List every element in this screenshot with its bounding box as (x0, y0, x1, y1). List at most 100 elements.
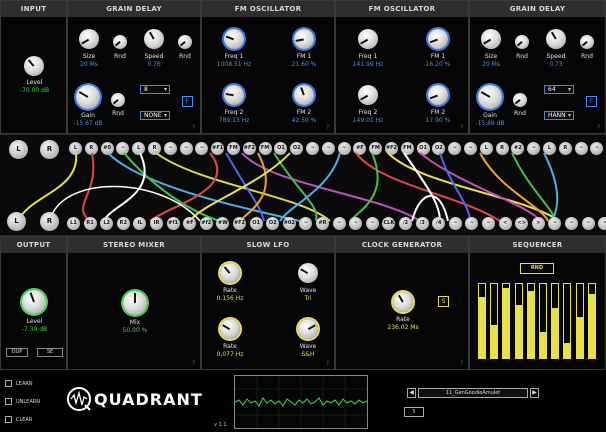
sequencer-step-bar[interactable] (575, 283, 584, 359)
fm1-help[interactable]: ? (326, 124, 329, 131)
clock-s-button[interactable]: S (438, 296, 449, 307)
output-se-button[interactable]: SE (37, 348, 63, 357)
grain1-dropdown-1[interactable]: 8 (140, 85, 170, 94)
patch-bottom-jack[interactable]: L1 (67, 217, 80, 230)
oscilloscope (234, 375, 368, 429)
patch-bottom-jack[interactable]: ~ (482, 217, 495, 230)
grain1-size-knob[interactable] (79, 29, 99, 49)
sequencer-step-bar[interactable] (551, 283, 560, 359)
patch-bottom-jack[interactable]: #f2 (199, 217, 213, 230)
patch-bottom-jack[interactable]: ~ (365, 217, 379, 230)
patch-bottom-jack[interactable]: ~ (448, 217, 462, 230)
grain2-dropdown-2[interactable]: HANN (544, 111, 574, 120)
patch-bottom-jack[interactable]: #02 (282, 217, 296, 230)
grain1-speed-knob[interactable] (144, 29, 164, 49)
sequencer-step-bar[interactable] (587, 283, 596, 359)
fm2-help[interactable]: ? (460, 124, 463, 131)
grain2-help[interactable]: ? (597, 124, 600, 131)
sequencer-step-fill (576, 317, 583, 358)
grain2-gain-knob[interactable] (478, 85, 502, 109)
sequencer-step-fill (527, 291, 534, 358)
lfo-wave1-knob[interactable] (298, 263, 318, 283)
clock-rate-knob[interactable] (393, 292, 413, 312)
sequencer-step-bar[interactable] (490, 283, 499, 359)
lfo-wave2-knob[interactable] (298, 319, 318, 339)
grain2-dropdown-1[interactable]: 64 (544, 85, 574, 94)
preset-number-field[interactable]: 5 (404, 407, 424, 417)
sequencer-step-bar[interactable] (563, 283, 572, 359)
grain2-size-knob[interactable] (481, 29, 501, 49)
sequencer-rnd-button[interactable]: RND (520, 263, 554, 274)
sequencer-step-bar[interactable] (502, 283, 511, 359)
sequencer-step-bar[interactable] (526, 283, 535, 359)
sequencer-step-bar[interactable] (539, 283, 547, 359)
quadrant-logo: QUADRANT (66, 386, 206, 414)
grain2-rnd3-knob[interactable] (513, 93, 527, 107)
grain2-f-button[interactable]: F (586, 96, 597, 107)
mixer-help[interactable]: ? (192, 360, 195, 367)
grain1-f-button[interactable]: F (182, 96, 193, 107)
learn-checkbox[interactable] (5, 380, 12, 387)
sequencer-step-bar[interactable] (478, 283, 486, 359)
patch-bottom-big-l[interactable]: L (7, 212, 26, 231)
patch-bottom-jack[interactable]: #F2 (233, 217, 246, 230)
grain1-gain-knob[interactable] (76, 85, 100, 109)
patch-bottom-big-r[interactable]: R (40, 212, 59, 231)
fm2-freq1-knob[interactable] (358, 29, 378, 49)
lfo-rate2-value: 0.077 Hz (216, 351, 244, 358)
clock-rate-label: Rate (396, 316, 410, 323)
fm2-fm2-knob[interactable] (428, 85, 448, 105)
version-label: v 1.1 (214, 422, 227, 428)
sequencer-step-bar[interactable] (514, 283, 523, 359)
input-level-value: -70.00 dB (19, 87, 50, 94)
fm2-fm1-knob[interactable] (428, 29, 448, 49)
patch-bottom-jack[interactable]: ~ (565, 217, 578, 230)
grain1-help[interactable]: ? (192, 124, 195, 131)
fm2-freq2-knob[interactable] (358, 85, 378, 105)
output-dup-button[interactable]: DUP (6, 348, 28, 357)
patch-bottom-jack[interactable]: #f1 (166, 217, 180, 230)
patch-bottom-jack[interactable]: R2 (116, 217, 130, 230)
input-level-knob[interactable] (24, 56, 44, 76)
patch-bottom-jack[interactable]: /2 (399, 217, 412, 230)
fm1-freq1-knob[interactable] (224, 29, 244, 49)
fm1-fm1-label: FM 1 (296, 53, 312, 60)
input-title: INPUT (1, 1, 66, 17)
grain1-rnd1-knob[interactable] (113, 35, 127, 49)
fm1-freq1-label: Freq 1 (224, 53, 244, 60)
lfo-rate1-knob[interactable] (220, 263, 240, 283)
clear-checkbox[interactable] (5, 416, 12, 423)
grain1-rnd2-knob[interactable] (178, 35, 192, 49)
preset-name-field[interactable]: 11_GenGoodieAmulet (418, 388, 528, 398)
fm2-title: FM OSCILLATOR (336, 1, 468, 17)
clock-help[interactable]: ? (460, 360, 463, 367)
grain2-speed-knob[interactable] (546, 29, 566, 49)
preset-prev-button[interactable]: ◀ (407, 388, 416, 398)
patch-bottom-jack[interactable]: < (498, 217, 512, 230)
fm1-freq2-knob[interactable] (224, 85, 244, 105)
patch-bottom-jack[interactable]: > (531, 217, 545, 230)
grain1-rnd3-knob[interactable] (111, 93, 125, 107)
mixer-mix-knob[interactable] (123, 291, 147, 315)
patch-bottom-jack[interactable]: ~ (332, 217, 346, 230)
fm1-fm1-knob[interactable] (294, 29, 314, 49)
lfo-rate2-knob[interactable] (220, 319, 240, 339)
preset-next-button[interactable]: ▶ (530, 388, 539, 398)
fm1-fm2-knob[interactable] (294, 85, 314, 105)
patch-bottom-jack[interactable]: /3 (415, 217, 429, 230)
grain2-rnd2-knob[interactable] (580, 35, 594, 49)
lfo-help[interactable]: ? (326, 360, 329, 367)
patch-bottom-jack[interactable]: ~ (581, 217, 595, 230)
patch-bottom-jack[interactable]: O1 (249, 217, 263, 230)
patch-bottom-jack[interactable]: R1 (83, 217, 97, 230)
grain1-gain-value: -15.67 dB (73, 120, 103, 127)
sequencer-step-fill (552, 307, 559, 358)
grain1-dropdown-2[interactable]: NONE (140, 111, 170, 120)
output-level-knob[interactable] (22, 290, 46, 314)
patch-bottom-jack[interactable]: IR (150, 217, 163, 230)
grain2-rnd1-knob[interactable] (515, 35, 529, 49)
unlearn-checkbox[interactable] (5, 398, 12, 405)
oscilloscope-trace (234, 376, 368, 428)
patch-bottom-jack[interactable]: #R (316, 217, 329, 230)
patch-bottom-jack[interactable]: ~ (598, 217, 606, 230)
